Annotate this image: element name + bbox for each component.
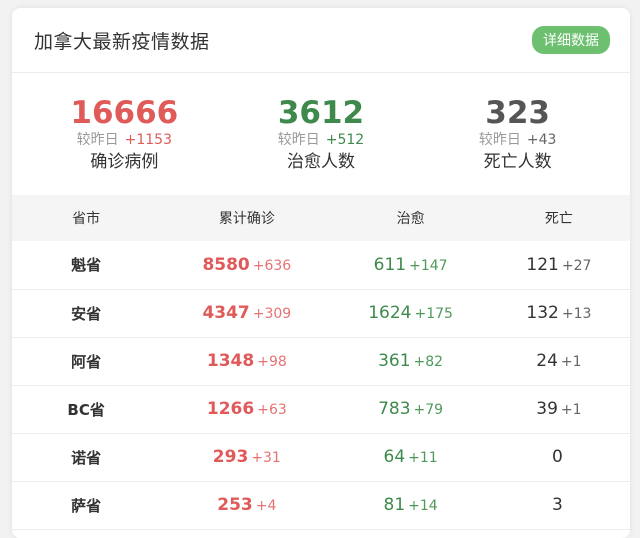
detail-data-button[interactable]: 详细数据 bbox=[532, 26, 610, 54]
deaths-cell: 121 +27 bbox=[488, 241, 630, 289]
recovered-increase: +79 bbox=[413, 402, 444, 418]
deaths-count: 3 bbox=[552, 495, 563, 515]
table-row: 诺省 293 +31 64 +11 0 bbox=[12, 433, 630, 481]
stat-delta: +1153 bbox=[124, 131, 172, 148]
confirmed-cell: 4347 +309 bbox=[160, 289, 333, 337]
province-name: 安省 bbox=[71, 304, 102, 323]
summary-section: 16666 较昨日 +1153 确诊病例 3612 较昨日 +512 治愈人数 32… bbox=[12, 73, 630, 195]
column-header-deaths: 死亡 bbox=[544, 211, 573, 227]
deaths-increase: +13 bbox=[561, 306, 592, 322]
confirmed-increase: +98 bbox=[257, 354, 287, 370]
recovered-increase: +147 bbox=[409, 257, 448, 274]
deaths-count: 132 bbox=[526, 303, 559, 323]
recovered-count: 64 bbox=[383, 447, 406, 467]
deaths-increase: +1 bbox=[560, 402, 582, 418]
recovered-count: 611 bbox=[373, 254, 407, 275]
table-row: 魁省 8580 +636 611 +147 121 +27 bbox=[12, 241, 630, 289]
table-row: 安省 4347 +309 1624 +175 132 +13 bbox=[12, 289, 630, 337]
province-name: 魁省 bbox=[71, 256, 102, 275]
deaths-cell: 39 +1 bbox=[488, 385, 630, 433]
confirmed-count: 293 bbox=[212, 447, 249, 467]
table-header-row: 省市 累计确诊 治愈 死亡 bbox=[12, 195, 630, 241]
recovered-cell: 81 +14 bbox=[333, 481, 488, 529]
province-name: 诺省 bbox=[71, 448, 102, 467]
confirmed-cell: 1348 +98 bbox=[160, 337, 333, 385]
stat-number: 323 bbox=[485, 94, 550, 131]
stat-recovered: 3612 较昨日 +512 治愈人数 bbox=[231, 96, 411, 173]
deaths-count: 0 bbox=[552, 447, 563, 467]
stat-deaths: 323 较昨日 +43 死亡人数 bbox=[428, 96, 608, 173]
province-name: 阿省 bbox=[71, 352, 102, 371]
recovered-count: 81 bbox=[383, 495, 406, 515]
recovered-cell: 783 +79 bbox=[333, 385, 488, 433]
covid-data-card: 加拿大最新疫情数据 详细数据 16666 较昨日 +1153 确诊病例 3612 … bbox=[12, 8, 630, 538]
stat-delta: +512 bbox=[325, 131, 365, 148]
recovered-cell: 611 +147 bbox=[333, 241, 488, 289]
column-header-confirmed: 累计确诊 bbox=[218, 211, 275, 227]
confirmed-count: 8580 bbox=[202, 254, 250, 275]
confirmed-count: 1348 bbox=[206, 351, 255, 371]
confirmed-cell: 8580 +636 bbox=[160, 241, 333, 289]
confirmed-count: 1266 bbox=[206, 399, 255, 419]
card-title: 加拿大最新疫情数据 bbox=[34, 30, 210, 53]
recovered-cell: 361 +82 bbox=[333, 337, 488, 385]
confirmed-increase: +636 bbox=[252, 257, 292, 274]
table-row: BC省 1266 +63 783 +79 39 +1 bbox=[12, 385, 630, 433]
deaths-increase: +27 bbox=[561, 257, 592, 274]
recovered-cell: 64 +11 bbox=[333, 433, 488, 481]
confirmed-increase: +4 bbox=[255, 498, 277, 514]
confirmed-increase: +31 bbox=[251, 450, 281, 466]
confirmed-cell: 293 +31 bbox=[160, 433, 333, 481]
deaths-count: 121 bbox=[526, 254, 559, 275]
table-body: 魁省 8580 +636 611 +147 121 +27 安省 4347 +309 1624 +17… bbox=[12, 241, 630, 529]
stat-change-label: 较昨日 bbox=[277, 131, 320, 148]
stat-label: 确诊病例 bbox=[90, 151, 159, 172]
card-header: 加拿大最新疫情数据 详细数据 bbox=[12, 8, 630, 73]
recovered-increase: +14 bbox=[408, 498, 438, 514]
confirmed-increase: +63 bbox=[257, 402, 287, 418]
recovered-cell: 1624 +175 bbox=[333, 289, 488, 337]
confirmed-cell: 253 +4 bbox=[160, 481, 333, 529]
recovered-count: 783 bbox=[378, 399, 411, 419]
stat-change-label: 较昨日 bbox=[478, 131, 521, 148]
deaths-count: 24 bbox=[536, 351, 558, 371]
stat-change-label: 较昨日 bbox=[76, 131, 119, 148]
recovered-increase: +82 bbox=[413, 354, 444, 370]
stat-change: 较昨日 +43 bbox=[428, 131, 608, 149]
recovered-count: 361 bbox=[378, 351, 411, 371]
stat-label: 死亡人数 bbox=[483, 151, 552, 172]
table-row: 阿省 1348 +98 361 +82 24 +1 bbox=[12, 337, 630, 385]
deaths-increase: +1 bbox=[560, 354, 582, 370]
stat-confirmed: 16666 较昨日 +1153 确诊病例 bbox=[34, 96, 214, 173]
column-header-recovered: 治愈 bbox=[396, 211, 425, 227]
province-table: 省市 累计确诊 治愈 死亡 魁省 8580 +636 611 +147 121 +27 安省 4… bbox=[12, 195, 630, 530]
stat-change: 较昨日 +512 bbox=[231, 131, 411, 149]
stat-label: 治愈人数 bbox=[286, 151, 355, 172]
confirmed-count: 253 bbox=[217, 495, 253, 515]
deaths-cell: 132 +13 bbox=[488, 289, 630, 337]
confirmed-cell: 1266 +63 bbox=[160, 385, 333, 433]
stat-change: 较昨日 +1153 bbox=[34, 131, 214, 149]
column-header-province: 省市 bbox=[72, 211, 101, 227]
province-name: 萨省 bbox=[71, 496, 102, 515]
confirmed-increase: +309 bbox=[252, 306, 292, 322]
province-name: BC省 bbox=[67, 400, 105, 419]
deaths-count: 39 bbox=[536, 399, 558, 419]
confirmed-count: 4347 bbox=[202, 303, 250, 323]
recovered-increase: +175 bbox=[414, 306, 453, 322]
stat-number: 3612 bbox=[277, 94, 365, 131]
stat-number: 16666 bbox=[70, 94, 179, 131]
stat-delta: +43 bbox=[526, 131, 557, 148]
recovered-count: 1624 bbox=[368, 303, 412, 323]
deaths-cell: 0 bbox=[488, 433, 630, 481]
table-row: 萨省 253 +4 81 +14 3 bbox=[12, 481, 630, 529]
recovered-increase: +11 bbox=[408, 450, 438, 466]
deaths-cell: 3 bbox=[488, 481, 630, 529]
deaths-cell: 24 +1 bbox=[488, 337, 630, 385]
